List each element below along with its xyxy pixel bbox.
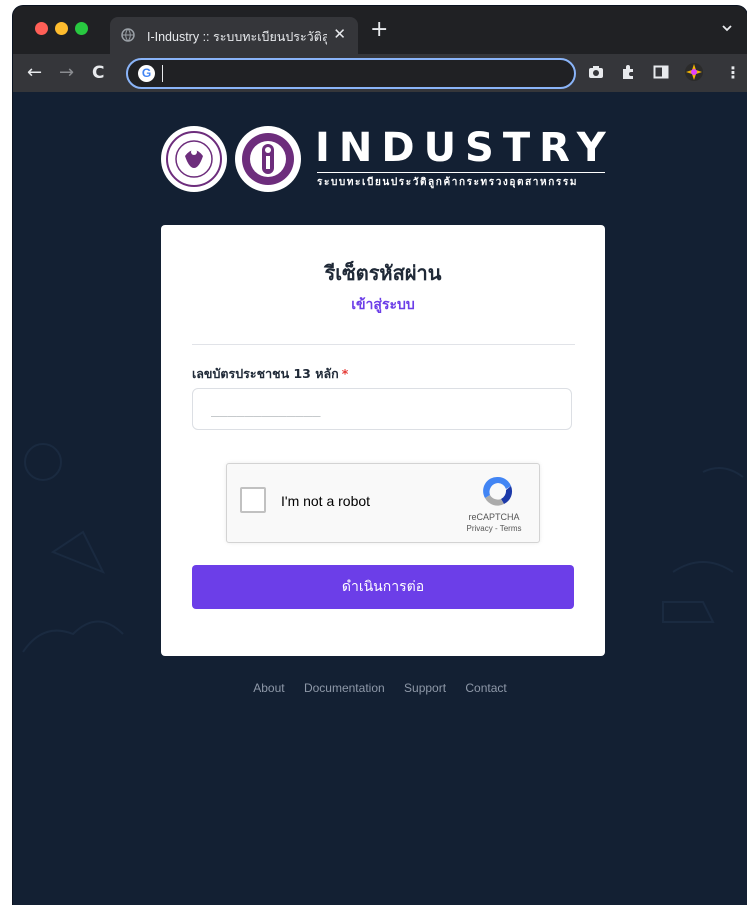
footer-link-contact[interactable]: Contact xyxy=(465,681,506,695)
menu-icon[interactable]: ⋮ xyxy=(725,63,741,83)
recaptcha-widget: I'm not a robot reCAPTCHA Privacy - Term… xyxy=(226,463,540,543)
reload-button[interactable]: C xyxy=(92,63,104,83)
browser-window: I-Industry :: ระบบทะเบียนประวัติลู ✕ + ←… xyxy=(13,6,747,905)
footer-link-about[interactable]: About xyxy=(253,681,284,695)
forward-button[interactable]: → xyxy=(59,63,74,83)
id-number-input[interactable] xyxy=(192,388,572,430)
new-tab-button[interactable]: + xyxy=(370,18,388,42)
recaptcha-label: I'm not a robot xyxy=(281,493,371,509)
text-cursor xyxy=(162,65,163,82)
side-panel-icon[interactable] xyxy=(653,64,669,80)
tab-bar: I-Industry :: ระบบทะเบียนประวัติลู ✕ + xyxy=(13,6,747,54)
footer-link-support[interactable]: Support xyxy=(404,681,446,695)
divider xyxy=(192,344,575,345)
footer-link-documentation[interactable]: Documentation xyxy=(304,681,385,695)
profile-avatar-icon[interactable] xyxy=(684,62,704,82)
camera-icon[interactable] xyxy=(588,64,604,80)
login-link[interactable]: เข้าสู่ระบบ xyxy=(161,294,605,316)
recaptcha-privacy-terms-links[interactable]: Privacy - Terms xyxy=(449,524,539,533)
chevron-down-icon[interactable] xyxy=(721,22,733,34)
google-icon: G xyxy=(138,65,155,82)
page: INDUSTRY ระบบทะเบียนประวัติลูกค้ากระทรวง… xyxy=(13,92,747,905)
tab-title: I-Industry :: ระบบทะเบียนประวัติลู xyxy=(147,30,327,44)
browser-tab[interactable]: I-Industry :: ระบบทะเบียนประวัติลู ✕ xyxy=(110,17,358,54)
close-tab-icon[interactable]: ✕ xyxy=(333,25,346,43)
close-window-button[interactable] xyxy=(35,22,48,35)
id-number-label: เลขบัตรประชาชน 13 หลัก * xyxy=(192,364,348,384)
browser-toolbar: ← → C G ⋮ xyxy=(13,54,747,92)
brand-subtitle: ระบบทะเบียนประวัติลูกค้ากระทรวงอุตสาหกรร… xyxy=(317,177,579,188)
reset-password-card: รีเซ็ตรหัสผ่าน เข้าสู่ระบบ เลขบัตรประชาช… xyxy=(161,225,605,656)
brand-logo: INDUSTRY ระบบทะเบียนประวัติลูกค้ากระทรวง… xyxy=(161,125,621,196)
brand-title: INDUSTRY xyxy=(315,125,615,171)
industry-seal-logo xyxy=(235,126,301,192)
extensions-icon[interactable] xyxy=(620,64,636,80)
ministry-seal-logo xyxy=(161,126,227,192)
recaptcha-checkbox[interactable] xyxy=(240,487,266,513)
footer-links: About Documentation Support Contact xyxy=(13,681,747,695)
brand-underline xyxy=(317,172,605,173)
recaptcha-brand: reCAPTCHA xyxy=(468,512,520,522)
page-title: รีเซ็ตรหัสผ่าน xyxy=(324,261,442,285)
maximize-window-button[interactable] xyxy=(75,22,88,35)
minimize-window-button[interactable] xyxy=(55,22,68,35)
recaptcha-logo-icon xyxy=(483,476,513,506)
address-bar[interactable]: G xyxy=(126,58,576,89)
continue-button[interactable]: ดำเนินการต่อ xyxy=(192,565,574,609)
globe-icon xyxy=(121,28,135,42)
required-mark: * xyxy=(341,366,349,381)
back-button[interactable]: ← xyxy=(27,63,42,83)
id-number-label-text: เลขบัตรประชาชน 13 หลัก xyxy=(192,366,339,381)
